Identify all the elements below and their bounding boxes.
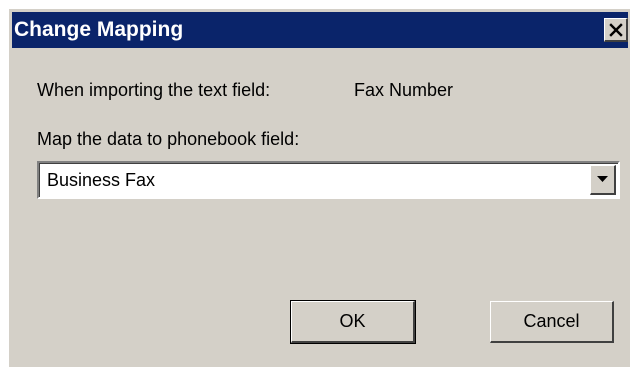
map-field-label: Map the data to phonebook field: <box>37 129 300 149</box>
import-field-label: When importing the text field: <box>37 80 271 100</box>
phonebook-field-select[interactable]: Business Fax <box>37 161 620 199</box>
selected-field-value: Business Fax <box>47 170 156 190</box>
change-mapping-dialog: Change Mapping When importing the text f… <box>8 8 630 367</box>
ok-button[interactable]: OK <box>290 300 416 344</box>
close-icon <box>609 23 623 37</box>
cancel-button[interactable]: Cancel <box>490 301 614 343</box>
dialog-title: Change Mapping <box>14 18 184 41</box>
import-field-value: Fax Number <box>354 80 454 100</box>
title-bar[interactable]: Change Mapping <box>12 12 628 48</box>
close-button[interactable] <box>604 18 628 42</box>
chevron-down-icon <box>597 176 608 182</box>
dropdown-arrow-button[interactable] <box>590 165 616 195</box>
